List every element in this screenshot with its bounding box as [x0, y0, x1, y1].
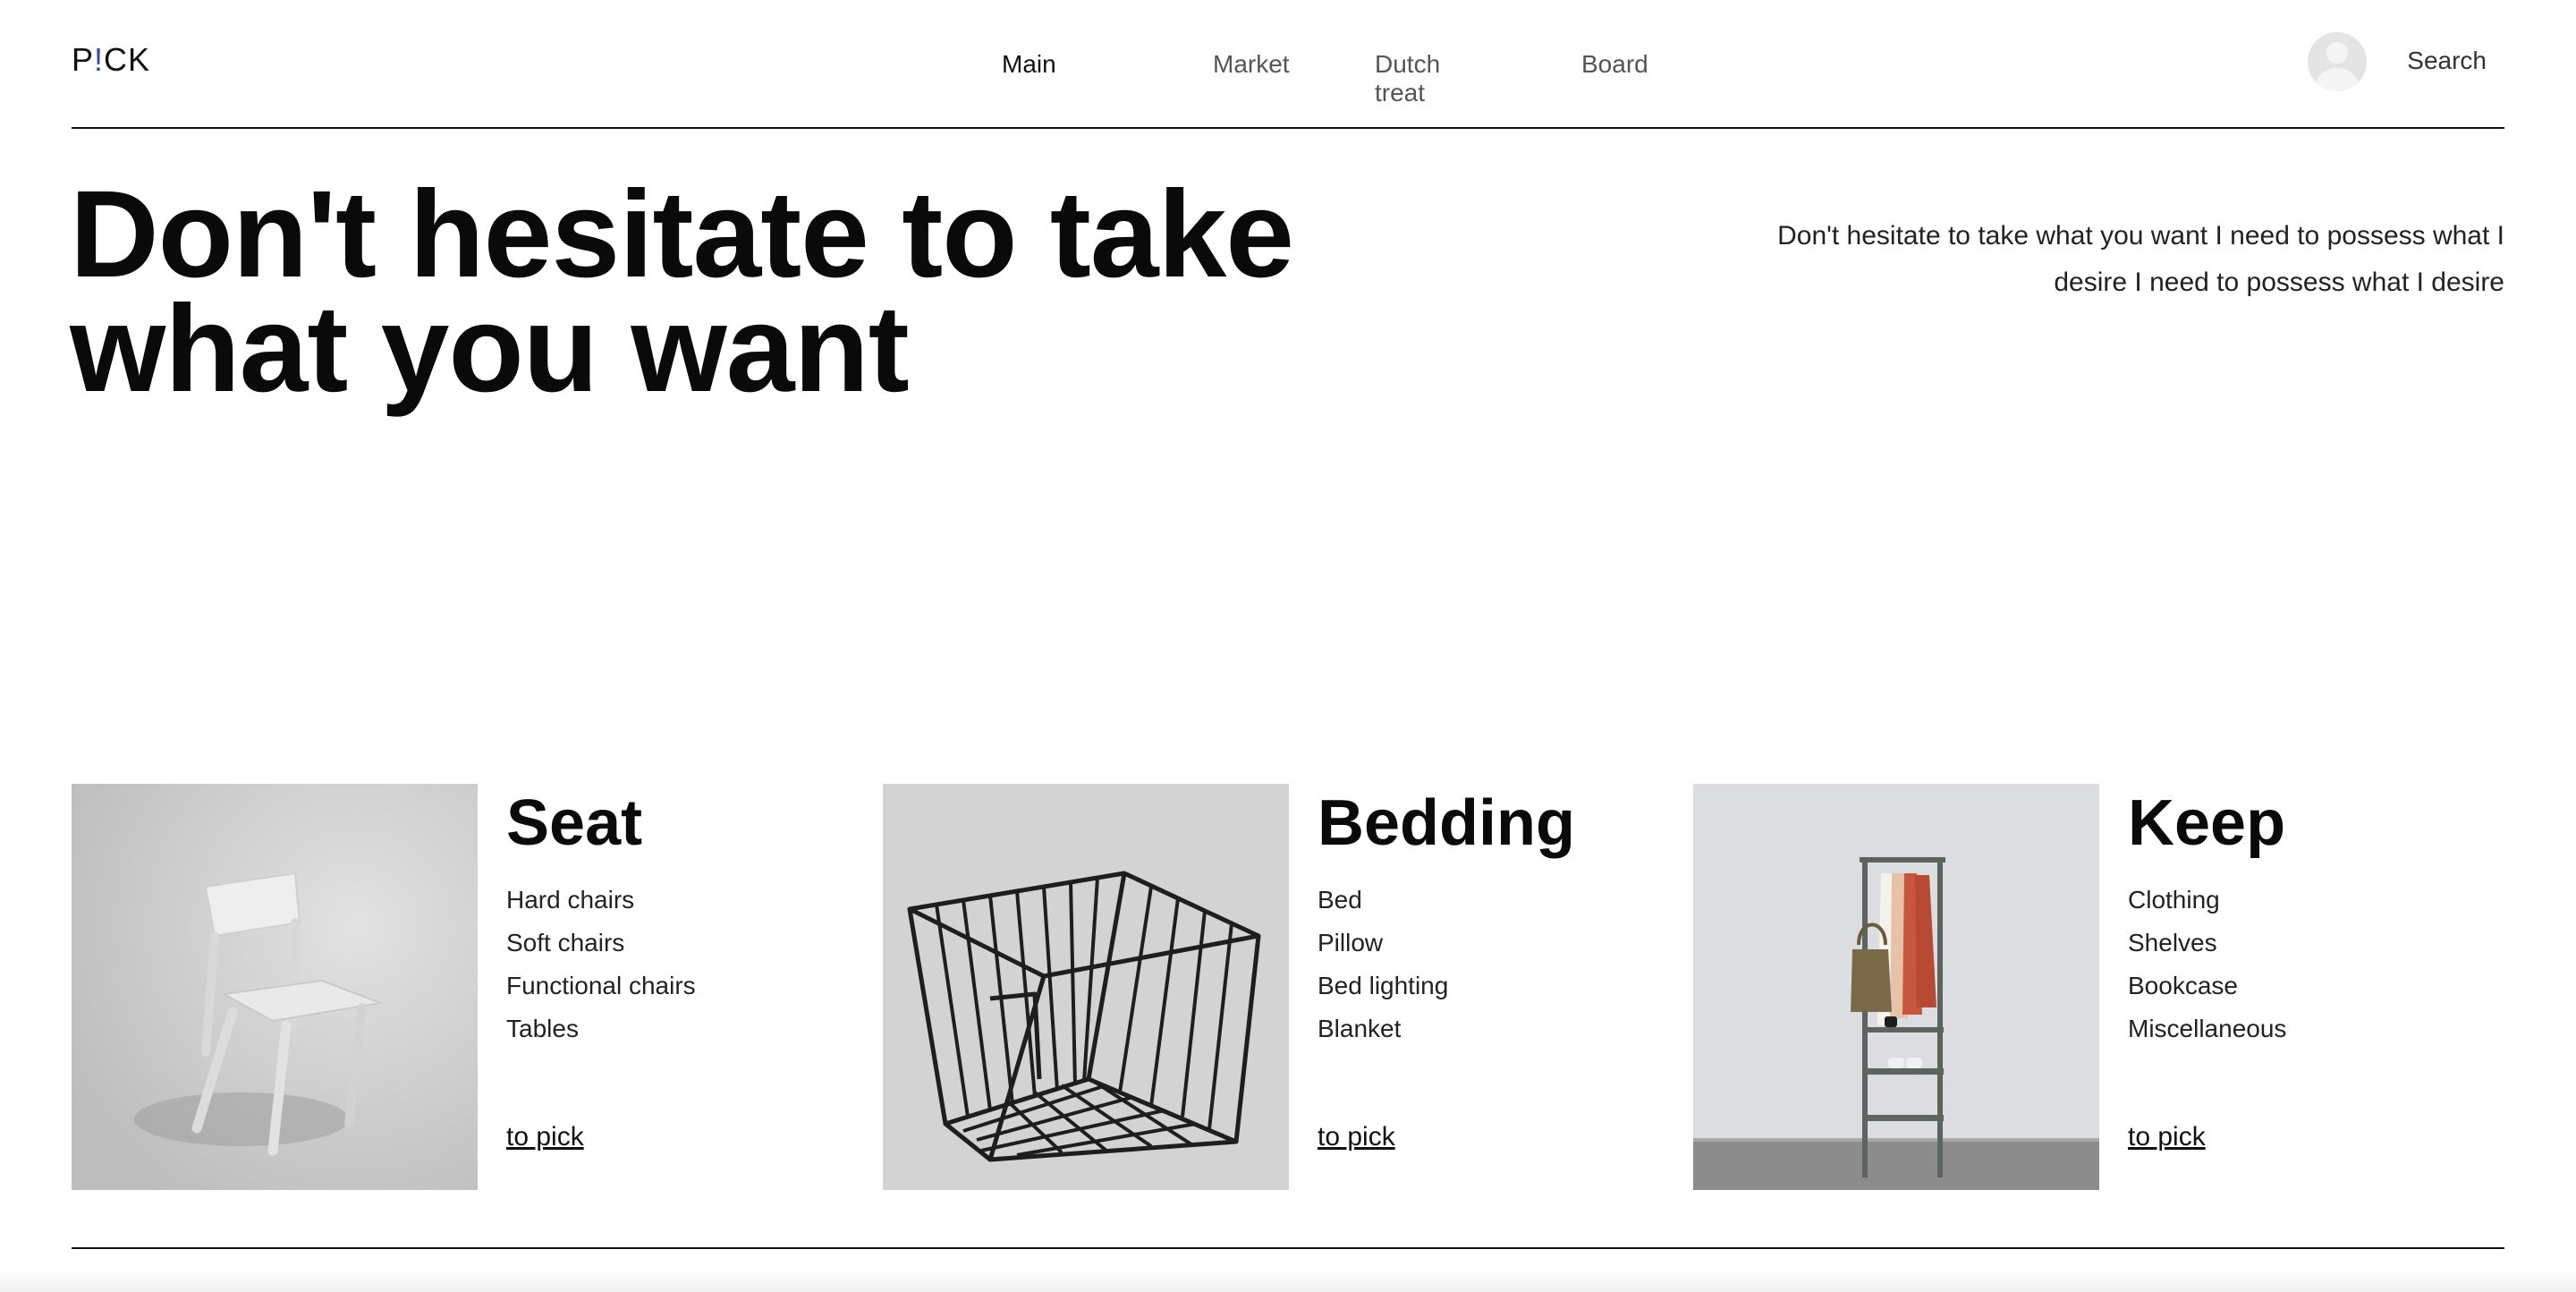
category-title-bedding: Bedding [1318, 787, 1575, 859]
basket-illustration [883, 784, 1289, 1190]
avatar[interactable] [2308, 32, 2367, 91]
search-link[interactable]: Search [2407, 47, 2487, 75]
category-item[interactable]: Functional chairs [506, 965, 696, 1007]
nav-item-board[interactable]: Board [1581, 50, 1648, 79]
category-section: Seat Hard chairs Soft chairs Functional … [72, 784, 2504, 1190]
page: P!CK Main Market Dutch treat Board Searc… [0, 0, 2576, 1292]
footer-divider [72, 1247, 2504, 1249]
hero-title: Don't hesitate to take what you want [70, 173, 1322, 411]
category-item[interactable]: Miscellaneous [2128, 1007, 2286, 1050]
category-card-bedding: Bedding Bed Pillow Bed lighting Blanket … [883, 784, 1670, 1190]
category-title-keep: Keep [2128, 787, 2286, 859]
avatar-head-shape [2326, 42, 2348, 64]
rack-illustration [1693, 784, 2099, 1190]
nav-item-market[interactable]: Market [1213, 50, 1290, 79]
category-list-keep: Clothing Shelves Bookcase Miscellaneous [2128, 879, 2286, 1050]
logo-mark: ! [94, 41, 105, 78]
category-item[interactable]: Bed [1318, 879, 1448, 922]
clothes-rack-photo[interactable] [1693, 784, 2099, 1190]
category-item[interactable]: Tables [506, 1007, 696, 1050]
wire-basket-photo[interactable] [883, 784, 1289, 1190]
category-title-seat: Seat [506, 787, 643, 859]
logo-text-left: P [72, 41, 95, 78]
avatar-body-shape [2316, 68, 2359, 91]
category-item[interactable]: Soft chairs [506, 922, 696, 965]
category-card-seat: Seat Hard chairs Soft chairs Functional … [72, 784, 859, 1190]
to-pick-link-seat[interactable]: to pick [506, 1122, 584, 1152]
category-item[interactable]: Shelves [2128, 922, 2286, 965]
category-item[interactable]: Pillow [1318, 922, 1448, 965]
nav-item-main[interactable]: Main [1002, 50, 1056, 79]
hero-title-line-2: what you want [70, 280, 910, 418]
hero-description: Don't hesitate to take what you want I n… [1777, 221, 2504, 297]
category-item[interactable]: Bookcase [2128, 965, 2286, 1007]
category-item[interactable]: Blanket [1318, 1007, 1448, 1050]
chair-illustration [72, 784, 478, 1190]
category-item[interactable]: Bed lighting [1318, 965, 1448, 1007]
to-pick-link-keep[interactable]: to pick [2128, 1122, 2206, 1152]
to-pick-link-bedding[interactable]: to pick [1318, 1122, 1395, 1152]
site-header: P!CK Main Market Dutch treat Board Searc… [72, 0, 2504, 129]
nav-item-dutch-treat[interactable]: Dutch treat [1375, 50, 1440, 107]
category-card-keep: Keep Clothing Shelves Bookcase Miscellan… [1693, 784, 2480, 1190]
category-list-seat: Hard chairs Soft chairs Functional chair… [506, 879, 696, 1050]
category-list-bedding: Bed Pillow Bed lighting Blanket [1318, 879, 1448, 1050]
logo[interactable]: P!CK [72, 41, 150, 79]
category-item[interactable]: Clothing [2128, 879, 2286, 922]
footer-shadow [0, 1269, 2576, 1292]
white-chair-photo[interactable] [72, 784, 478, 1190]
category-item[interactable]: Hard chairs [506, 879, 696, 922]
logo-text-right: CK [104, 41, 151, 78]
